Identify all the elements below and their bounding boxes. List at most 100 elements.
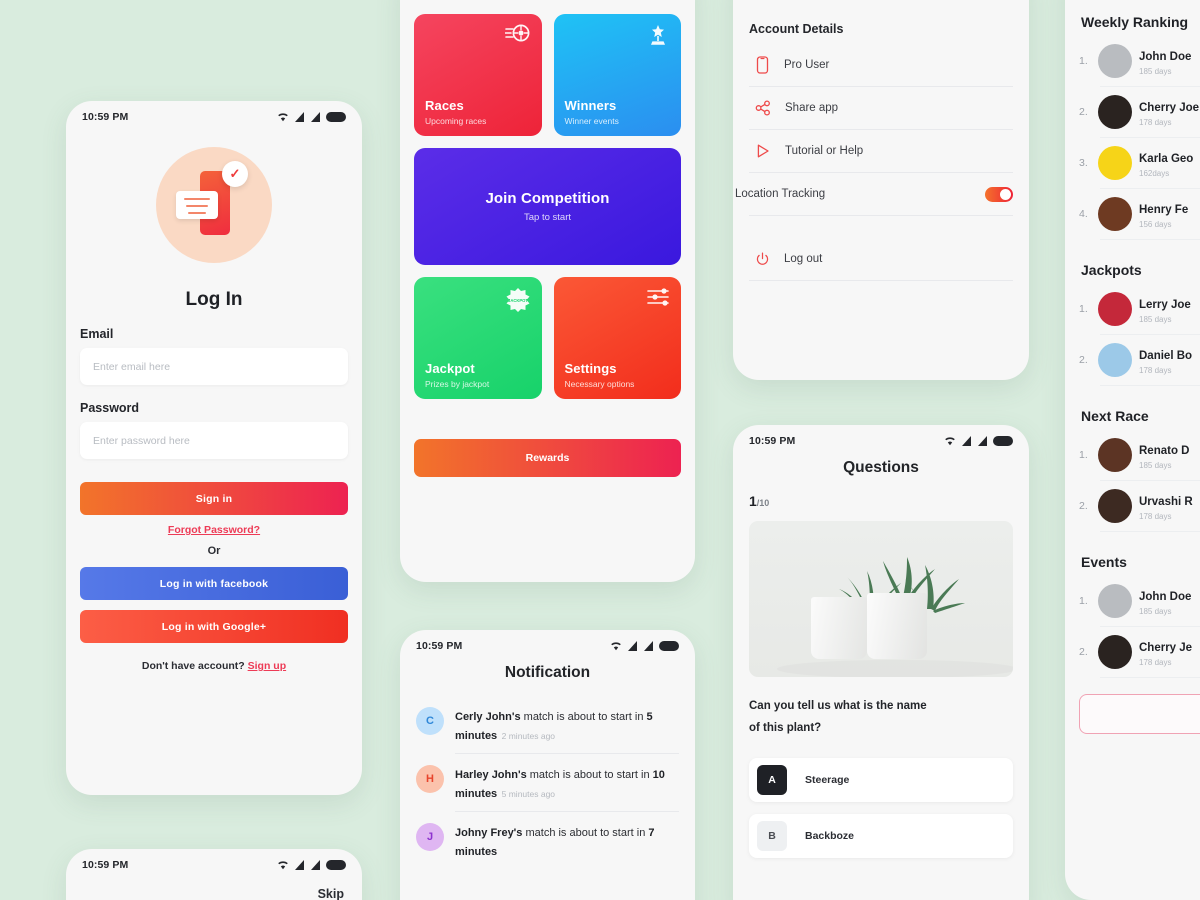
answer-option-b[interactable]: B Backboze (749, 813, 1013, 858)
table-row[interactable]: 2. Cherry Je 178 days (1079, 627, 1200, 677)
avatar (1098, 292, 1132, 326)
login-illustration: ✓ (66, 147, 362, 263)
home-card-grid: Races Upcoming races Winners Winner even… (400, 14, 695, 399)
account-row-location-tracking[interactable]: Location Tracking (735, 173, 1013, 215)
ranking-cta-button[interactable] (1079, 694, 1200, 734)
notification-text: Cerly John's match is about to start in … (455, 707, 679, 744)
card-races[interactable]: Races Upcoming races (414, 14, 542, 136)
sign-in-button[interactable]: Sign in (80, 482, 348, 515)
answer-option-a[interactable]: A Steerage (749, 757, 1013, 802)
email-label: Email (80, 327, 114, 341)
avatar (1098, 343, 1132, 377)
plant-pot-right (867, 593, 927, 659)
page-title: Log In (185, 289, 243, 310)
notification-screen: 10:59 PM Notification C Cerly John's mat… (400, 630, 695, 900)
table-row[interactable]: 2. Daniel Bo 178 days (1079, 335, 1200, 385)
rank-name: Daniel Bo (1139, 349, 1193, 362)
google-login-button[interactable]: Log in with Google+ (80, 610, 348, 643)
notification-body: match is about to start in (520, 711, 647, 723)
card-jackpot[interactable]: JACKPOT Jackpot Prizes by jackpot (414, 277, 542, 399)
account-row-tutorial-help[interactable]: Tutorial or Help (749, 130, 1013, 172)
table-row[interactable]: 1. Lerry Joe 185 days (1079, 284, 1200, 334)
account-row-share-app[interactable]: Share app (749, 87, 1013, 129)
signup-prompt: Don't have account? (141, 660, 245, 672)
card-title: Settings (564, 361, 617, 376)
signal-icon-2 (978, 436, 987, 446)
next-race-list: 1. Renato D 185 days 2. Urvashi R 178 da… (1065, 430, 1200, 532)
signal-icon-2 (311, 112, 320, 122)
rewards-button[interactable]: Rewards (414, 439, 681, 477)
notification-name: Cerly John's (455, 711, 521, 723)
avatar: H (416, 765, 444, 794)
notification-text: Harley John's match is about to start in… (455, 765, 679, 802)
questions-screen: 10:59 PM Questions 1/10 Can you tell us … (733, 425, 1029, 900)
rank-days: 178 days (1139, 365, 1172, 375)
rank-text: Cherry Je 178 days (1139, 638, 1192, 667)
status-bar-time: 10:59 PM (82, 859, 129, 871)
section-title-weekly-ranking: Weekly Ranking (1081, 14, 1189, 30)
divider (1100, 677, 1200, 678)
email-field[interactable]: Enter email here (80, 348, 348, 385)
signup-link[interactable]: Sign up (248, 660, 287, 672)
battery-icon (659, 641, 679, 651)
password-field[interactable]: Enter password here (80, 422, 348, 459)
forgot-password-link[interactable]: Forgot Password? (66, 524, 362, 536)
rank-text: Cherry Joe 178 days (1139, 98, 1199, 127)
table-row[interactable]: 1. John Doe 185 days (1079, 36, 1200, 86)
signal-icon-1 (962, 436, 971, 446)
skip-button[interactable]: Skip (66, 873, 362, 900)
events-list: 1. John Doe 185 days 2. Cherry Je 178 da… (1065, 576, 1200, 678)
check-icon: ✓ (222, 161, 248, 187)
signal-icon-1 (295, 860, 304, 870)
status-bar-icons (277, 112, 346, 122)
card-settings[interactable]: Settings Necessary options (553, 277, 681, 399)
illustration-message-card (176, 191, 218, 219)
status-bar-icons (610, 641, 679, 651)
notification-ago: 2 minutes ago (501, 730, 556, 741)
status-bar: 10:59 PM (400, 630, 695, 654)
rank-name: Cherry Je (1139, 641, 1193, 654)
avatar (1098, 489, 1132, 523)
table-row[interactable]: 3. Karla Geo 162days (1079, 138, 1200, 188)
list-item[interactable]: C Cerly John's match is about to start i… (416, 696, 679, 753)
account-row-label: Tutorial or Help (785, 145, 864, 157)
notification-name: Johny Frey's (455, 827, 523, 840)
jackpots-list: 1. Lerry Joe 185 days 2. Daniel Bo 178 d… (1065, 284, 1200, 386)
list-item[interactable]: H Harley John's match is about to start … (416, 754, 679, 811)
rank-text: Lerry Joe 185 days (1139, 295, 1191, 324)
questions-title: Questions (843, 459, 919, 476)
account-row-log-out[interactable]: Log out (749, 238, 1013, 280)
account-list: Pro User Share app Tutorial or Help Loca… (733, 44, 1029, 281)
table-row[interactable]: 2. Cherry Joe 178 days (1079, 87, 1200, 137)
wifi-icon (945, 437, 955, 446)
facebook-login-button[interactable]: Log in with facebook (80, 567, 348, 600)
card-subtitle: Necessary options (564, 379, 635, 389)
table-row[interactable]: 4. Henry Fe 156 days (1079, 189, 1200, 239)
signal-icon-1 (295, 112, 304, 122)
location-tracking-toggle[interactable] (985, 186, 1013, 202)
rank-number: 1. (1079, 449, 1088, 461)
table-row[interactable]: 2. Urvashi R 178 days (1079, 481, 1200, 531)
card-subtitle: Tap to start (524, 212, 571, 223)
option-text: Backboze (805, 829, 855, 842)
rank-text: Karla Geo 162days (1139, 149, 1193, 178)
table-row[interactable]: 1. John Doe 185 days (1079, 576, 1200, 626)
rank-days: 178 days (1139, 117, 1172, 127)
account-row-label: Location Tracking (735, 188, 826, 200)
list-item[interactable]: J Johny Frey's match is about to start i… (416, 812, 679, 869)
trophy-star-icon (651, 25, 665, 45)
table-row[interactable]: 1. Renato D 185 days (1079, 430, 1200, 480)
notification-name: Harley John's (455, 769, 527, 782)
question-total: /10 (756, 498, 770, 508)
phone-outline-icon (756, 56, 769, 74)
question-line-2: of this plant? (749, 722, 822, 735)
signal-icon-2 (644, 641, 653, 651)
card-subtitle: Winner events (564, 116, 619, 126)
battery-icon (993, 436, 1013, 446)
rank-number: 2. (1079, 354, 1088, 366)
divider (749, 280, 1013, 281)
rank-name: John Doe (1139, 50, 1192, 63)
account-row-pro-user[interactable]: Pro User (749, 44, 1013, 86)
card-winners[interactable]: Winners Winner events (553, 14, 681, 136)
card-join-competition[interactable]: Join Competition Tap to start (414, 148, 681, 265)
